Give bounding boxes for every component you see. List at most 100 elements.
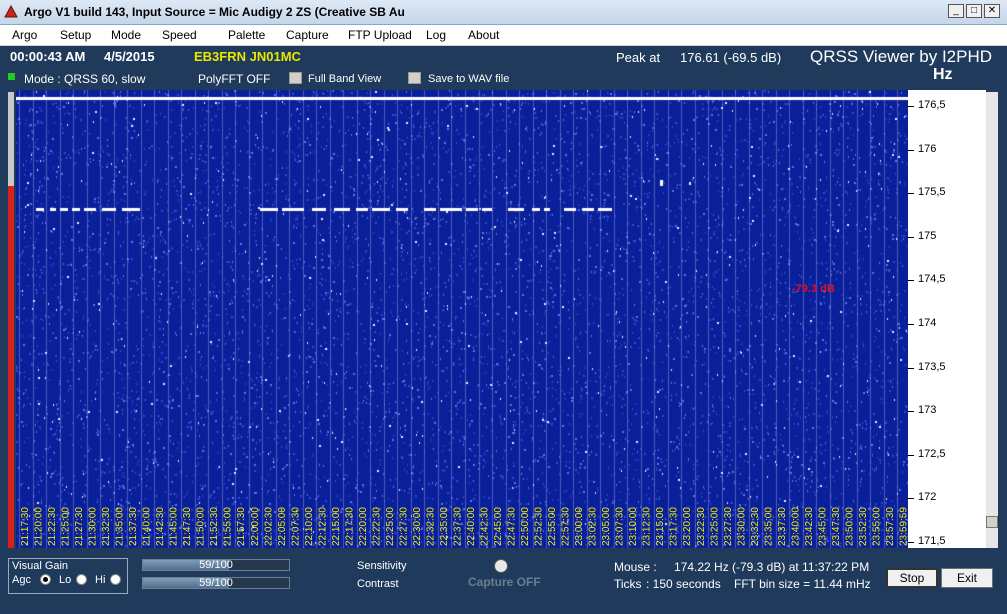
time-label: 22:52:30 [534, 507, 545, 546]
visual-gain-label: Visual Gain [12, 560, 69, 572]
time-label: 21:47:30 [182, 507, 193, 546]
time-label: 23:00:00 [574, 507, 585, 546]
time-label: 23:32:30 [750, 507, 761, 546]
stop-button[interactable]: Stop [886, 568, 938, 588]
hi-label: Hi [95, 574, 106, 586]
save-to-wav-label: Save to WAV file [428, 73, 510, 85]
signal-level-strip [8, 92, 14, 548]
maximize-button[interactable]: □ [966, 4, 982, 18]
frequency-label: 173 [918, 404, 937, 417]
signal-level-bar [8, 186, 14, 548]
time-label: 22:30:00 [412, 507, 423, 546]
contrast-slider[interactable]: 59/100 [142, 577, 290, 589]
time-label: 23:37:30 [777, 507, 788, 546]
frequency-label: 174,5 [918, 273, 946, 286]
time-label: 21:52:30 [209, 507, 220, 546]
time-label: 21:45:00 [169, 507, 180, 546]
fft-bin-size: FFT bin size = 11.44 mHz [734, 577, 871, 591]
sensitivity-slider[interactable]: 59/100 [142, 559, 290, 571]
frequency-tick [908, 411, 914, 413]
menu-mode[interactable]: Mode [111, 28, 141, 42]
capture-toggle[interactable] [494, 559, 508, 573]
mode-indicator-icon [8, 73, 15, 80]
time-label: 22:00:00 [250, 507, 261, 546]
menu-speed[interactable]: Speed [162, 28, 197, 42]
frequency-unit: Hz [933, 66, 953, 83]
time-label: 22:40:00 [466, 507, 477, 546]
time-label: 23:12:30 [642, 507, 653, 546]
time-label: 22:32:30 [425, 507, 436, 546]
time-label: 22:20:00 [358, 507, 369, 546]
frequency-scale: 176,5 176 175,5 175 174,5 174 173,5 173 172,5 172… [908, 90, 986, 548]
time-label: 21:30:00 [88, 507, 99, 546]
time-label: 22:25:00 [385, 507, 396, 546]
time-label: 22:57:30 [561, 507, 572, 546]
menu-ftp-upload[interactable]: FTP Upload [348, 28, 412, 42]
contrast-label: Contrast [357, 578, 399, 590]
time-label: 22:45:00 [493, 507, 504, 546]
peak-value: 176.61 (-69.5 dB) [680, 50, 782, 65]
exit-button[interactable]: Exit [941, 568, 993, 588]
frequency-scrollbar[interactable] [986, 92, 998, 548]
menu-capture[interactable]: Capture [286, 28, 329, 42]
ticks-label: Ticks [614, 577, 642, 591]
frequency-tick [908, 367, 914, 369]
menu-setup[interactable]: Setup [60, 28, 91, 42]
frequency-tick [908, 498, 914, 500]
menu-about[interactable]: About [468, 28, 499, 42]
frequency-label: 176 [918, 142, 937, 155]
time-label: 22:17:30 [344, 507, 355, 546]
waterfall-display[interactable]: 21:17:30 21:20:00 21:22:30 21:25:00 21:27:30… [16, 90, 908, 548]
time-label: 22:47:30 [507, 507, 518, 546]
time-label: 23:15:00 [655, 507, 666, 546]
frequency-tick [908, 149, 914, 151]
clock-time: 00:00:43 AM [10, 49, 86, 64]
frequency-label: 172,5 [918, 447, 946, 460]
capture-status: Capture OFF [468, 575, 541, 589]
menu-log[interactable]: Log [426, 28, 446, 42]
time-label: 23:45:00 [817, 507, 828, 546]
scrollbar-thumb[interactable] [986, 516, 998, 528]
agc-label: Agc [12, 574, 31, 586]
time-label: 23:55:00 [871, 507, 882, 546]
time-label: 21:55:00 [223, 507, 234, 546]
time-label: 22:05:00 [277, 507, 288, 546]
save-to-wav-checkbox[interactable] [408, 72, 421, 84]
polyfft-status[interactable]: PolyFFT OFF [198, 72, 270, 86]
close-button[interactable]: ✕ [984, 4, 1000, 18]
status-header: 00:00:43 AM 4/5/2015 EB3FRN JN01MC Peak … [0, 46, 1007, 90]
menu-palette[interactable]: Palette [228, 28, 265, 42]
peak-label: Peak at [616, 50, 661, 65]
app-icon [4, 5, 18, 18]
window-title: Argo V1 build 143, Input Source = Mic Au… [24, 5, 405, 19]
sensitivity-value: 59/100 [199, 559, 233, 571]
callsign-locator: EB3FRN JN01MC [194, 49, 301, 64]
frequency-label: 173,5 [918, 360, 946, 373]
clock-date: 4/5/2015 [104, 49, 155, 64]
time-label: 23:25:00 [709, 507, 720, 546]
frequency-label: 175 [918, 229, 937, 242]
minimize-button[interactable]: _ [948, 4, 964, 18]
menu-argo[interactable]: Argo [12, 28, 37, 42]
lo-label: Lo [59, 574, 72, 586]
frequency-tick [908, 106, 914, 107]
lo-radio[interactable] [76, 574, 87, 585]
contrast-value: 59/100 [199, 577, 233, 589]
time-label: 22:02:30 [263, 507, 274, 546]
time-label: 23:02:30 [588, 507, 599, 546]
bottom-controls: Visual Gain Agc Lo Hi 59/100 Sensitivity… [0, 552, 1007, 614]
time-label: 21:17:30 [20, 507, 31, 546]
sensitivity-label: Sensitivity [357, 560, 407, 572]
time-label: 23:40:00 [790, 507, 801, 546]
frequency-label: 175,5 [918, 186, 946, 199]
hi-radio[interactable] [110, 574, 121, 585]
time-label: 23:22:30 [696, 507, 707, 546]
viewer-title: QRSS Viewer by I2PHD [810, 47, 993, 66]
time-label: 23:05:00 [601, 507, 612, 546]
mouse-frequency: 174.22 Hz [674, 560, 729, 574]
full-band-view-checkbox[interactable] [289, 72, 302, 84]
frequency-tick [908, 280, 914, 282]
agc-radio[interactable] [40, 574, 51, 585]
time-label: 22:10:00 [304, 507, 315, 546]
time-axis-labels: 21:17:30 21:20:00 21:22:30 21:25:00 21:27:30… [20, 507, 908, 546]
